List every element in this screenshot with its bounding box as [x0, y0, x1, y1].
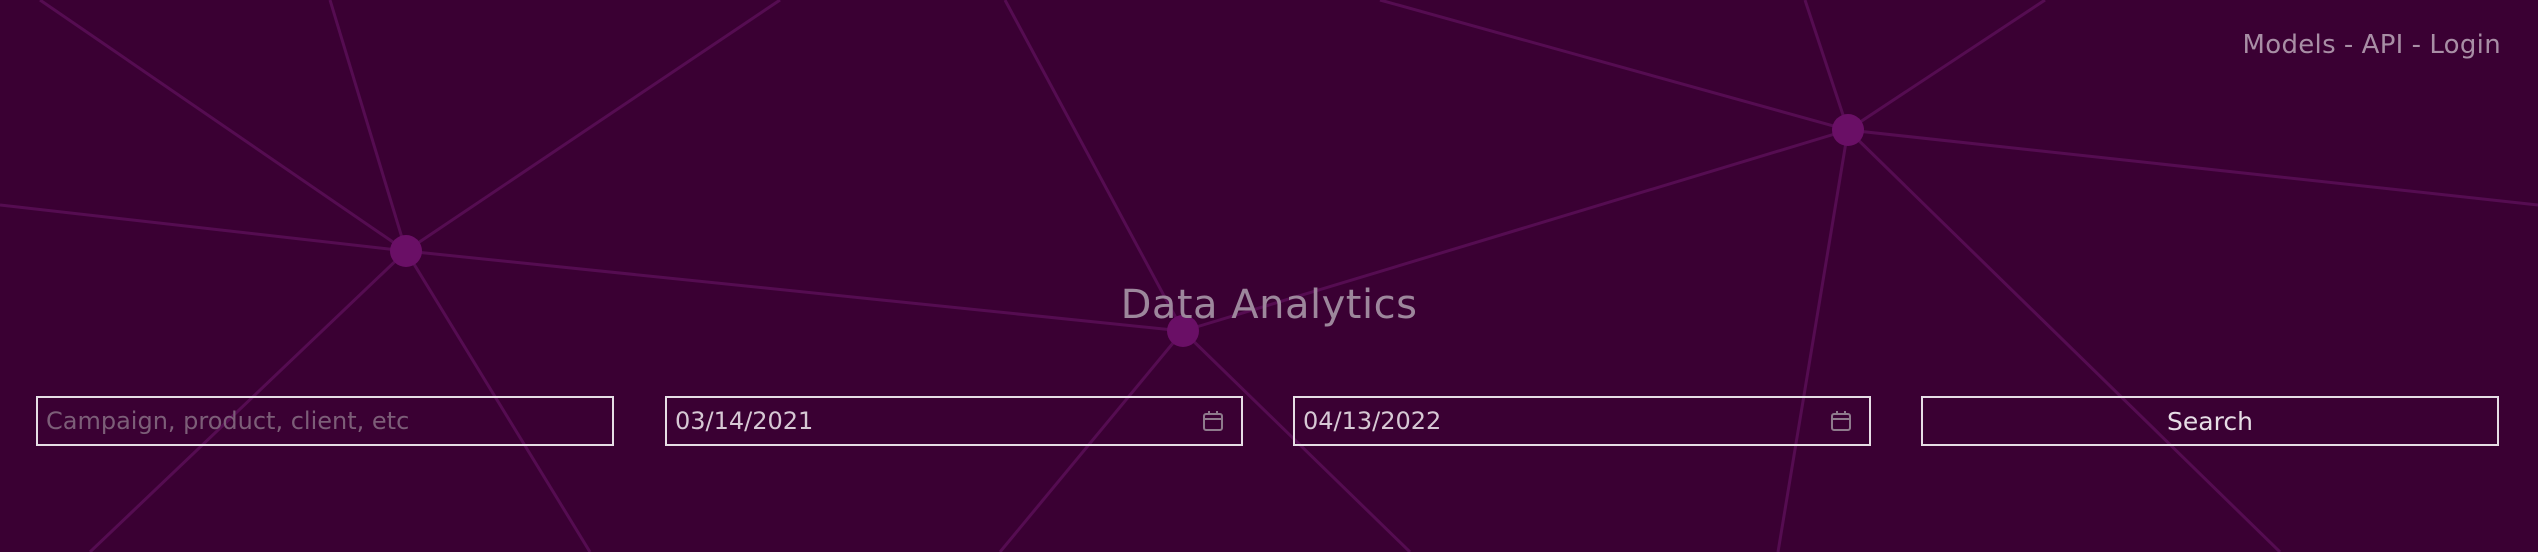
- network-line: [1847, 0, 2046, 132]
- network-line: [328, 0, 408, 252]
- nav-separator: -: [2411, 30, 2422, 60]
- network-line: [1803, 0, 1850, 131]
- date-to-field: [1293, 396, 1871, 446]
- network-line: [0, 203, 407, 253]
- network-line: [405, 0, 781, 253]
- top-navigation: Models - API - Login: [2243, 30, 2502, 60]
- nav-link-models[interactable]: Models: [2243, 30, 2336, 60]
- nav-link-api[interactable]: API: [2362, 30, 2404, 60]
- network-node: [390, 235, 422, 267]
- network-node: [1832, 114, 1864, 146]
- network-line: [39, 0, 407, 253]
- background-network: [0, 0, 2538, 552]
- calendar-icon[interactable]: [1199, 407, 1227, 435]
- search-button[interactable]: Search: [1921, 396, 2499, 446]
- nav-separator: -: [2343, 30, 2354, 60]
- network-line: [1847, 128, 2538, 207]
- calendar-icon[interactable]: [1827, 407, 1855, 435]
- network-line: [1776, 129, 1850, 552]
- page-title: Data Analytics: [1120, 282, 1418, 328]
- network-line: [1379, 0, 1849, 132]
- date-from-input[interactable]: [667, 398, 1199, 444]
- search-field: [36, 396, 614, 446]
- search-input[interactable]: [38, 398, 612, 444]
- date-to-input[interactable]: [1295, 398, 1827, 444]
- nav-link-login[interactable]: Login: [2429, 30, 2501, 60]
- network-line: [1846, 128, 2282, 552]
- date-from-field: [665, 396, 1243, 446]
- page-root: Models-API-Login Data Analytics Sea: [0, 0, 2538, 552]
